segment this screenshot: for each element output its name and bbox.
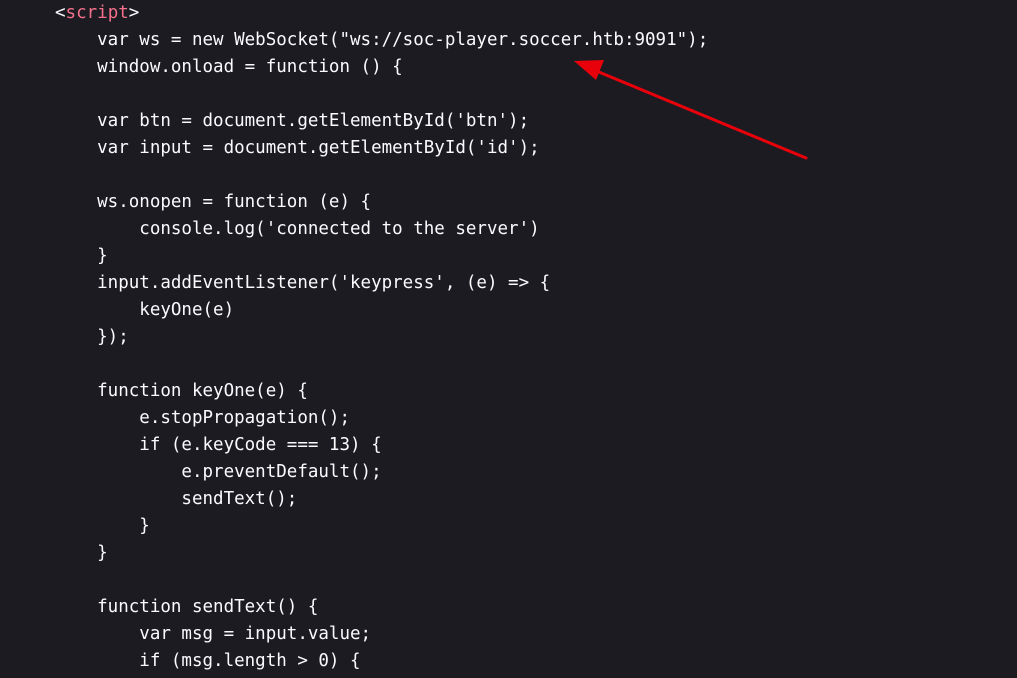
- code-line-websocket: var ws = new WebSocket("ws://soc-player.…: [55, 30, 709, 50]
- code-line: input.addEventListener('keypress', (e) =…: [55, 273, 551, 293]
- code-line: e.preventDefault();: [55, 462, 382, 482]
- code-line: }: [55, 516, 150, 536]
- code-line: if (e.keyCode === 13) {: [55, 435, 382, 455]
- code-line: ws.onopen = function (e) {: [55, 192, 372, 212]
- code-line: function keyOne(e) {: [55, 381, 308, 401]
- tag-name-script: script: [65, 3, 129, 23]
- code-line: window.onload = function () {: [55, 57, 403, 77]
- source-code-viewer: <script> var ws = new WebSocket("ws://so…: [0, 0, 1017, 678]
- code-line: });: [55, 327, 129, 347]
- code-line: var btn = document.getElementById('btn')…: [55, 111, 530, 131]
- code-block: <script> var ws = new WebSocket("ws://so…: [55, 0, 708, 675]
- code-line: if (msg.length > 0) {: [55, 651, 361, 671]
- code-line: e.stopPropagation();: [55, 408, 351, 428]
- code-line: }: [55, 543, 108, 563]
- code-line: console.log('connected to the server'): [55, 219, 540, 239]
- code-line: }: [55, 246, 108, 266]
- script-open-tag: <script>: [55, 0, 708, 27]
- code-line: keyOne(e): [55, 300, 235, 320]
- code-line: var msg = input.value;: [55, 624, 372, 644]
- code-line: function sendText() {: [55, 597, 319, 617]
- code-line: sendText();: [55, 489, 298, 509]
- code-line: var input = document.getElementById('id'…: [55, 138, 540, 158]
- tag-bracket-open: <: [55, 3, 66, 23]
- tag-bracket-close: >: [128, 3, 140, 23]
